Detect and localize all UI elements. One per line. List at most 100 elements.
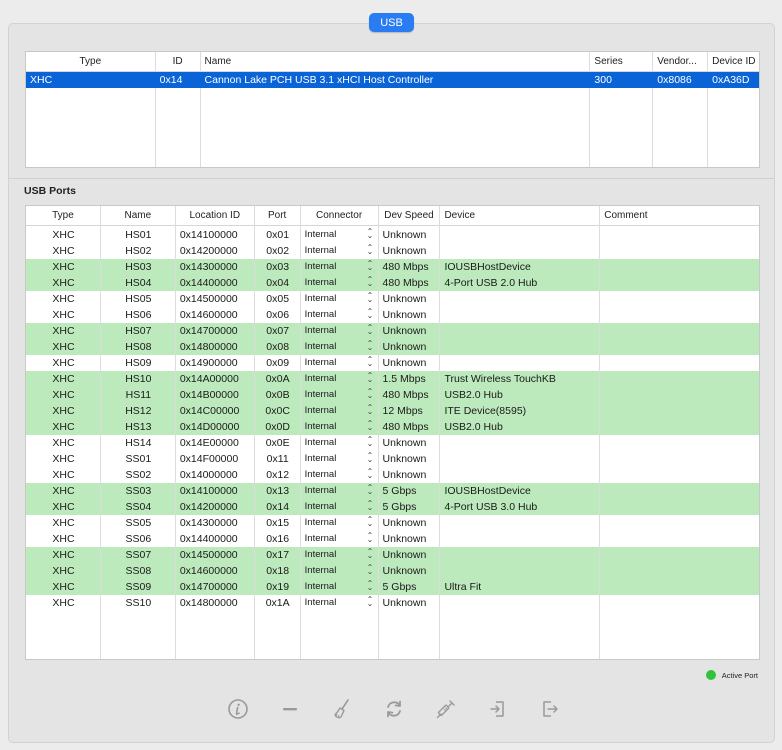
connector-select[interactable]: Internal ⌃⌄ [301,435,379,451]
port-cell-comment[interactable] [600,499,759,515]
info-button[interactable] [219,697,257,723]
controller-row[interactable]: XHC 0x14 Cannon Lake PCH USB 3.1 xHCI Host… [26,72,759,88]
connector-value: Internal [304,405,337,416]
port-row[interactable]: XHC HS13 0x14D00000 0x0D Internal ⌃⌄ 480 Mbps U… [26,419,759,435]
connector-select[interactable]: Internal ⌃⌄ [301,563,379,579]
remove-button[interactable] [271,697,309,723]
port-cell-comment[interactable] [600,403,759,419]
ports-column-header-loc[interactable]: Location ID [176,206,255,226]
port-row[interactable]: XHC HS06 0x14600000 0x06 Internal ⌃⌄ Unknown [26,307,759,323]
connector-select[interactable]: Internal ⌃⌄ [301,323,379,339]
port-row[interactable]: XHC HS10 0x14A00000 0x0A Internal ⌃⌄ 1.5 Mbps T… [26,371,759,387]
port-row[interactable]: XHC HS12 0x14C00000 0x0C Internal ⌃⌄ 12 Mbps IT… [26,403,759,419]
port-cell-comment[interactable] [600,371,759,387]
port-cell-comment[interactable] [600,307,759,323]
connector-select[interactable]: Internal ⌃⌄ [301,579,379,595]
port-row[interactable]: XHC HS11 0x14B00000 0x0B Internal ⌃⌄ 480 Mbps U… [26,387,759,403]
ports-column-header-comment[interactable]: Comment [600,206,759,226]
port-cell-comment[interactable] [600,275,759,291]
connector-select[interactable]: Internal ⌃⌄ [301,419,379,435]
port-cell-comment[interactable] [600,339,759,355]
column-header-id[interactable]: ID [156,52,201,72]
port-row[interactable]: XHC SS02 0x14000000 0x12 Internal ⌃⌄ Unknown [26,467,759,483]
connector-select[interactable]: Internal ⌃⌄ [301,355,379,371]
ports-column-header-conn[interactable]: Connector [301,206,379,226]
port-row[interactable]: XHC HS14 0x14E00000 0x0E Internal ⌃⌄ Unknown [26,435,759,451]
connector-select[interactable]: Internal ⌃⌄ [301,387,379,403]
column-header-name[interactable]: Name [201,52,591,72]
connector-select[interactable]: Internal ⌃⌄ [301,291,379,307]
port-cell-comment[interactable] [600,323,759,339]
port-cell-comment[interactable] [600,291,759,307]
port-cell-comment[interactable] [600,243,759,259]
port-row[interactable]: XHC HS02 0x14200000 0x02 Internal ⌃⌄ Unknown [26,243,759,259]
connector-select[interactable]: Internal ⌃⌄ [301,243,379,259]
port-cell-comment[interactable] [600,227,759,243]
port-cell-comment[interactable] [600,435,759,451]
column-header-device[interactable]: Device ID [708,52,759,72]
port-row[interactable]: XHC SS08 0x14600000 0x18 Internal ⌃⌄ Unknown [26,563,759,579]
connector-select[interactable]: Internal ⌃⌄ [301,403,379,419]
port-cell-comment[interactable] [600,531,759,547]
port-cell-comment[interactable] [600,579,759,595]
ports-column-header-type[interactable]: Type [26,206,101,226]
port-cell-comment[interactable] [600,515,759,531]
port-row[interactable]: XHC HS04 0x14400000 0x04 Internal ⌃⌄ 480 Mbps 4… [26,275,759,291]
port-row[interactable]: XHC HS07 0x14700000 0x07 Internal ⌃⌄ Unknown [26,323,759,339]
port-row[interactable]: XHC SS01 0x14F00000 0x11 Internal ⌃⌄ Unknown [26,451,759,467]
connector-select[interactable]: Internal ⌃⌄ [301,531,379,547]
port-cell-comment[interactable] [600,483,759,499]
connector-select[interactable]: Internal ⌃⌄ [301,547,379,563]
port-cell-comment[interactable] [600,595,759,611]
port-cell-comment[interactable] [600,419,759,435]
column-header-type[interactable]: Type [26,52,156,72]
connector-select[interactable]: Internal ⌃⌄ [301,275,379,291]
port-cell-comment[interactable] [600,355,759,371]
connector-select[interactable]: Internal ⌃⌄ [301,483,379,499]
port-cell-comment[interactable] [600,467,759,483]
port-row[interactable]: XHC HS01 0x14100000 0x01 Internal ⌃⌄ Unknown [26,227,759,243]
ports-column-header-port[interactable]: Port [255,206,301,226]
port-row[interactable]: XHC HS03 0x14300000 0x03 Internal ⌃⌄ 480 Mbps I… [26,259,759,275]
connector-select[interactable]: Internal ⌃⌄ [301,515,379,531]
port-row[interactable]: XHC HS05 0x14500000 0x05 Internal ⌃⌄ Unknown [26,291,759,307]
column-header-vendor[interactable]: Vendor... [653,52,709,72]
connector-select[interactable]: Internal ⌃⌄ [301,339,379,355]
port-row[interactable]: XHC SS05 0x14300000 0x15 Internal ⌃⌄ Unknown [26,515,759,531]
inject-button[interactable] [427,697,465,723]
connector-value: Internal [304,325,337,336]
port-cell-port: 0x12 [266,469,290,481]
port-cell-comment[interactable] [600,451,759,467]
port-cell-comment[interactable] [600,387,759,403]
connector-select[interactable]: Internal ⌃⌄ [301,227,379,243]
port-row[interactable]: XHC HS08 0x14800000 0x08 Internal ⌃⌄ Unknown [26,339,759,355]
connector-select[interactable]: Internal ⌃⌄ [301,371,379,387]
ports-column-header-speed[interactable]: Dev Speed [379,206,441,226]
import-button[interactable] [479,697,517,723]
clear-button[interactable] [323,697,361,723]
connector-select[interactable]: Internal ⌃⌄ [301,467,379,483]
port-row[interactable]: XHC SS03 0x14100000 0x13 Internal ⌃⌄ 5 Gbps IOU… [26,483,759,499]
column-header-series[interactable]: Series [590,52,654,72]
export-button[interactable] [531,697,569,723]
port-row[interactable]: XHC SS07 0x14500000 0x17 Internal ⌃⌄ Unknown [26,547,759,563]
refresh-button[interactable] [375,697,413,723]
bottom-toolbar [219,697,569,723]
tab-usb[interactable]: USB [369,13,414,32]
port-row[interactable]: XHC HS09 0x14900000 0x09 Internal ⌃⌄ Unknown [26,355,759,371]
port-row[interactable]: XHC SS04 0x14200000 0x14 Internal ⌃⌄ 5 Gbps 4-P… [26,499,759,515]
port-cell-comment[interactable] [600,259,759,275]
ports-column-header-device[interactable]: Device [440,206,601,226]
port-row[interactable]: XHC SS09 0x14700000 0x19 Internal ⌃⌄ 5 Gbps Ult… [26,579,759,595]
port-row[interactable]: XHC SS06 0x14400000 0x16 Internal ⌃⌄ Unknown [26,531,759,547]
port-cell-comment[interactable] [600,563,759,579]
connector-select[interactable]: Internal ⌃⌄ [301,451,379,467]
port-cell-comment[interactable] [600,547,759,563]
connector-select[interactable]: Internal ⌃⌄ [301,259,379,275]
port-cell-type: XHC [52,277,75,289]
port-row[interactable]: XHC SS10 0x14800000 0x1A Internal ⌃⌄ Unknown [26,595,759,611]
ports-column-header-name[interactable]: Name [101,206,176,226]
connector-select[interactable]: Internal ⌃⌄ [301,595,379,611]
connector-select[interactable]: Internal ⌃⌄ [301,499,379,515]
connector-select[interactable]: Internal ⌃⌄ [301,307,379,323]
